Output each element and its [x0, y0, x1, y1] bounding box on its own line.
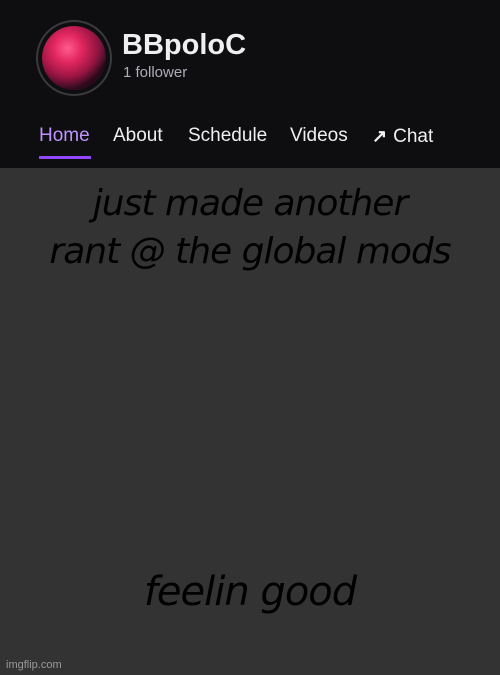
watermark: imgflip.com	[6, 659, 62, 671]
avatar[interactable]	[38, 22, 110, 94]
tab-chat[interactable]: ↗ Chat	[372, 122, 433, 151]
top-caption-line-1: just made another	[92, 183, 409, 224]
follower-count: 1 follower	[123, 64, 188, 81]
channel-header: BBpoloC 1 follower Home About Schedule V…	[0, 0, 500, 168]
active-tab-indicator	[39, 156, 91, 159]
channel-nav: Home About Schedule Videos ↗ Chat	[0, 122, 500, 162]
avatar-image	[42, 26, 106, 90]
bottom-caption: feelin good	[143, 569, 357, 615]
tab-home[interactable]: Home	[39, 122, 90, 150]
meme-panel: just made another rant @ the global mods…	[0, 168, 500, 675]
tab-about[interactable]: About	[113, 122, 163, 150]
tab-schedule[interactable]: Schedule	[188, 122, 267, 150]
external-arrow-icon: ↗	[372, 126, 388, 146]
top-caption: just made another rant @ the global mods	[0, 180, 500, 276]
tab-videos[interactable]: Videos	[290, 122, 348, 150]
channel-name[interactable]: BBpoloC	[122, 28, 246, 62]
top-caption-line-2: rant @ the global mods	[49, 231, 451, 272]
tab-chat-label: Chat	[393, 126, 434, 147]
